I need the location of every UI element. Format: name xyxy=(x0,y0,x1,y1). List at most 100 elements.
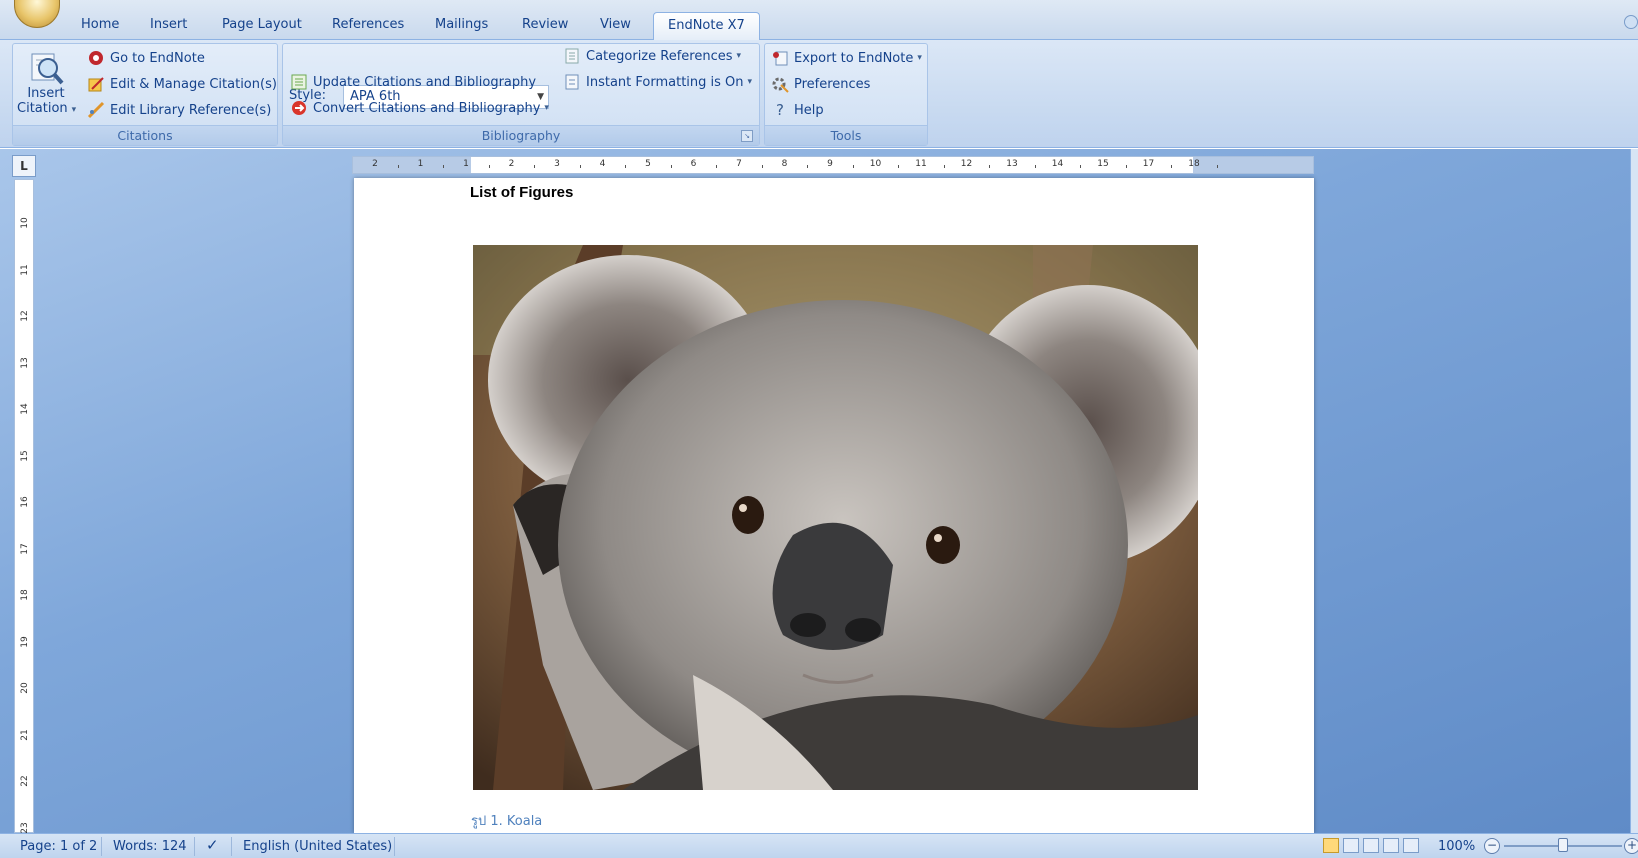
ruler-tick-mark xyxy=(670,165,672,168)
edit-library-reference-label: Edit Library Reference(s) xyxy=(110,102,272,118)
export-to-endnote-button[interactable]: Export to EndNote ▾ xyxy=(771,49,922,67)
ruler-tick-label: 17 xyxy=(1142,159,1155,169)
categorize-icon xyxy=(563,47,581,65)
update-citations-button[interactable]: Update Citations and Bibliography xyxy=(290,73,536,91)
insert-citation-button[interactable]: Insert Citation ▾ xyxy=(17,48,76,122)
ruler-tick-mark xyxy=(1125,165,1127,168)
print-layout-view-icon[interactable] xyxy=(1323,838,1339,853)
ruler-tick-label: 18 xyxy=(20,589,30,601)
tab-selector[interactable]: L xyxy=(12,155,36,177)
preferences-label: Preferences xyxy=(794,76,871,92)
spell-check-icon[interactable]: ✓ xyxy=(206,836,219,854)
ruler-tick-mark xyxy=(943,165,945,168)
dialog-launcher-icon[interactable]: ↘ xyxy=(741,130,753,142)
tab-references[interactable]: References xyxy=(332,17,404,32)
insert-citation-label-2: Citation xyxy=(17,101,68,116)
ruler-tick-mark xyxy=(625,165,627,168)
edit-library-reference-button[interactable]: Edit Library Reference(s) xyxy=(87,101,271,119)
help-label: Help xyxy=(794,102,824,118)
tab-review[interactable]: Review xyxy=(522,17,568,32)
ruler-tick-label: 19 xyxy=(20,635,30,648)
ruler-tick-mark xyxy=(579,165,581,168)
ruler-tick-label: 18 xyxy=(1188,159,1200,169)
document-page[interactable]: List of Figures รูป 1. Koala xyxy=(354,178,1314,833)
office-button-icon[interactable] xyxy=(14,0,60,28)
chevron-down-icon: ▾ xyxy=(736,51,742,61)
tab-mailings[interactable]: Mailings xyxy=(435,17,488,32)
preferences-button[interactable]: Preferences xyxy=(771,75,870,93)
ruler-tick-mark xyxy=(397,165,399,168)
go-to-endnote-label: Go to EndNote xyxy=(110,50,205,66)
insert-citation-icon xyxy=(31,53,64,85)
word-count[interactable]: Words: 124 xyxy=(113,839,187,854)
convert-citations-button[interactable]: Convert Citations and Bibliography ▾ xyxy=(290,99,549,117)
ruler-right-margin xyxy=(1193,157,1313,173)
draft-view-icon[interactable] xyxy=(1403,838,1419,853)
status-divider xyxy=(394,837,395,856)
vertical-ruler[interactable]: 10 11 12 13 14 15 16 17 18 19 20 21 22 23 xyxy=(14,179,34,833)
ruler-tick-mark xyxy=(807,165,809,168)
ruler-tick-label: 5 xyxy=(645,159,651,169)
edit-library-icon xyxy=(87,101,105,119)
insert-citation-label-1: Insert xyxy=(27,86,65,101)
ruler-tick-label: 4 xyxy=(599,159,606,169)
tab-insert[interactable]: Insert xyxy=(150,17,187,32)
preferences-icon xyxy=(771,75,789,93)
vertical-scrollbar[interactable] xyxy=(1630,149,1638,833)
page-count[interactable]: Page: 1 of 2 xyxy=(20,839,97,854)
ruler-tick-mark xyxy=(852,165,854,168)
web-layout-view-icon[interactable] xyxy=(1363,838,1379,853)
citations-group: Insert Citation ▾ Go to EndNote Edit & Ma… xyxy=(12,43,278,146)
ruler-tick-label: 15 xyxy=(20,449,30,462)
ruler-tick-label: 10 xyxy=(20,217,30,229)
help-button[interactable]: ? Help xyxy=(771,101,824,119)
ribbon-tab-bar: Home Insert Page Layout References Maili… xyxy=(0,0,1638,41)
full-screen-reading-view-icon[interactable] xyxy=(1343,838,1359,853)
ruler-tick-mark xyxy=(716,165,718,168)
ruler-tick-label: 2 xyxy=(508,159,515,169)
status-divider xyxy=(231,837,232,856)
update-citations-label: Update Citations and Bibliography xyxy=(313,74,537,90)
edit-manage-citations-button[interactable]: Edit & Manage Citation(s) xyxy=(87,75,277,93)
instant-formatting-label: Instant Formatting is On xyxy=(586,74,744,90)
edit-citation-icon xyxy=(87,75,105,93)
ruler-tick-label: 12 xyxy=(20,310,30,322)
instant-formatting-button[interactable]: Instant Formatting is On ▾ xyxy=(563,73,752,91)
tab-endnote-x7[interactable]: EndNote X7 xyxy=(653,12,760,41)
ruler-tick-label: 7 xyxy=(736,159,742,169)
zoom-out-icon[interactable]: − xyxy=(1484,838,1500,854)
ruler-tick-label: 3 xyxy=(554,159,560,169)
ruler-tick-label: 15 xyxy=(1097,159,1109,169)
help-circle-icon[interactable] xyxy=(1624,15,1638,29)
zoom-level[interactable]: 100% xyxy=(1438,839,1475,854)
status-divider xyxy=(101,837,102,856)
ruler-tick-label: 16 xyxy=(20,496,30,508)
zoom-slider-thumb[interactable] xyxy=(1558,838,1568,852)
tab-page-layout[interactable]: Page Layout xyxy=(222,17,302,32)
outline-view-icon[interactable] xyxy=(1383,838,1399,853)
ruler-tick-label: 6 xyxy=(690,159,697,169)
ruler-tick-label: 11 xyxy=(915,159,927,169)
tab-home[interactable]: Home xyxy=(81,17,119,32)
ruler-tick-label: 13 xyxy=(1006,159,1018,169)
ruler-tick-label: 1 xyxy=(463,159,469,169)
horizontal-ruler[interactable]: 2 1 1 2 3 4 5 6 7 8 9 10 11 12 13 14 15 17 18 xyxy=(352,156,1314,174)
language-indicator[interactable]: English (United States) xyxy=(243,839,392,854)
ruler-tick-mark xyxy=(1080,165,1082,168)
help-icon: ? xyxy=(776,101,784,119)
export-to-endnote-label: Export to EndNote xyxy=(794,50,914,66)
ruler-tick-label: 21 xyxy=(20,728,30,741)
figure-caption: รูป 1. Koala xyxy=(471,814,543,829)
ruler-tick-label: 2 xyxy=(372,159,378,169)
ruler-tick-mark xyxy=(1216,165,1218,168)
koala-image xyxy=(473,245,1198,790)
chevron-down-icon: ▾ xyxy=(747,77,753,87)
categorize-references-button[interactable]: Categorize References ▾ xyxy=(563,47,741,65)
tab-view[interactable]: View xyxy=(600,17,631,32)
ruler-tick-label: 20 xyxy=(20,682,30,694)
edit-manage-citations-label: Edit & Manage Citation(s) xyxy=(110,76,277,92)
ruler-tick-mark xyxy=(443,165,445,168)
go-to-endnote-button[interactable]: Go to EndNote xyxy=(87,49,205,67)
zoom-in-icon[interactable]: + xyxy=(1624,838,1638,854)
ruler-tick-label: 11 xyxy=(20,263,30,276)
